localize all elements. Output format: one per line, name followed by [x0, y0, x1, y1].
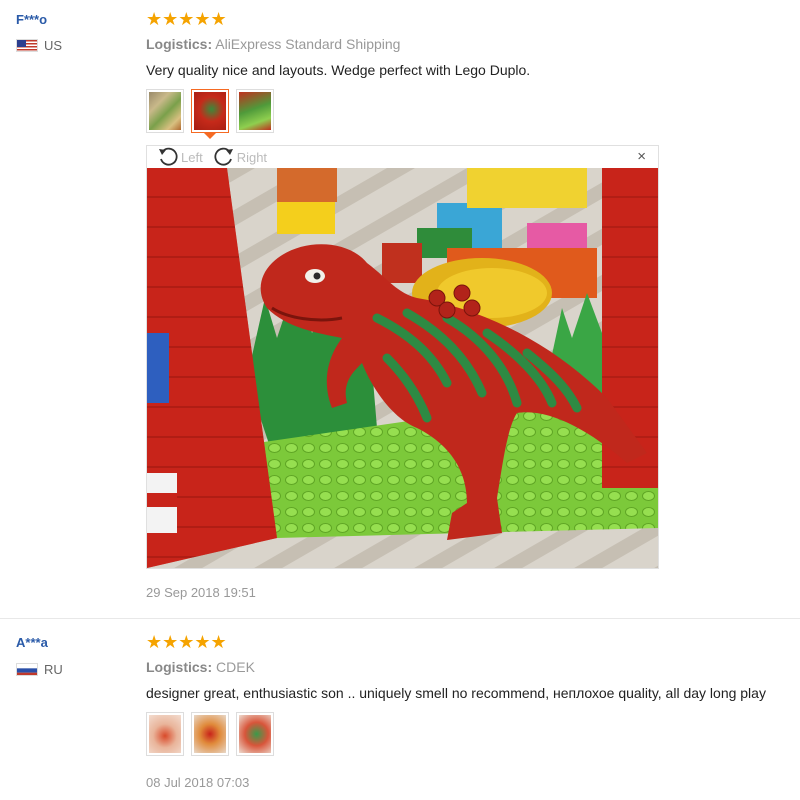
- logistics-info: Logistics: CDEK: [146, 659, 255, 675]
- viewer-toolbar: Left Right ×: [147, 146, 658, 168]
- review-photo-thumbnails: [146, 89, 274, 139]
- review-photo-thumb-2[interactable]: [191, 712, 229, 756]
- reviewer-name[interactable]: A***a: [16, 635, 48, 650]
- review-text: Very quality nice and layouts. Wedge per…: [146, 62, 531, 78]
- close-viewer-button[interactable]: ×: [637, 148, 646, 165]
- review-photo-thumb-3[interactable]: [236, 89, 274, 133]
- us-flag-icon: [16, 39, 38, 52]
- review-photo-thumb-1[interactable]: [146, 712, 184, 756]
- review-date: 08 Jul 2018 07:03: [146, 775, 250, 790]
- review-photo-thumb-3[interactable]: [236, 712, 274, 756]
- review-date: 29 Sep 2018 19:51: [146, 585, 256, 600]
- review-text: designer great, enthusiastic son .. uniq…: [146, 685, 766, 701]
- star-rating: ★★★★★: [146, 9, 227, 29]
- logistics-value: AliExpress Standard Shipping: [215, 36, 401, 52]
- rotate-left-button[interactable]: Left: [157, 147, 203, 167]
- review-photo-thumb-1[interactable]: [146, 89, 184, 133]
- photo-viewer: Left Right ×: [146, 145, 659, 569]
- logistics-value: CDEK: [216, 659, 255, 675]
- star-rating: ★★★★★: [146, 632, 227, 652]
- rotate-right-icon: [214, 147, 233, 166]
- review-photo-large: [147, 168, 658, 568]
- rotate-right-button[interactable]: Right: [213, 147, 267, 167]
- reviewer-country: RU: [16, 662, 63, 677]
- rotate-left-label: Left: [181, 149, 203, 165]
- logistics-label: Logistics:: [146, 36, 213, 52]
- review-divider: [0, 618, 800, 619]
- ru-flag-icon: [16, 663, 38, 676]
- active-thumb-caret: [204, 133, 216, 139]
- logistics-info: Logistics: AliExpress Standard Shipping: [146, 36, 400, 52]
- country-code: RU: [44, 662, 63, 677]
- reviewer-country: US: [16, 38, 62, 53]
- review-photo-thumbnails: [146, 712, 274, 756]
- rotate-right-label: Right: [236, 149, 268, 165]
- review-photo-thumb-2[interactable]: [191, 89, 229, 139]
- dinosaur-toy-photo: [147, 168, 658, 568]
- country-code: US: [44, 38, 63, 53]
- reviewer-name[interactable]: F***o: [16, 12, 47, 27]
- rotate-left-icon: [159, 147, 178, 166]
- logistics-label: Logistics:: [146, 659, 213, 675]
